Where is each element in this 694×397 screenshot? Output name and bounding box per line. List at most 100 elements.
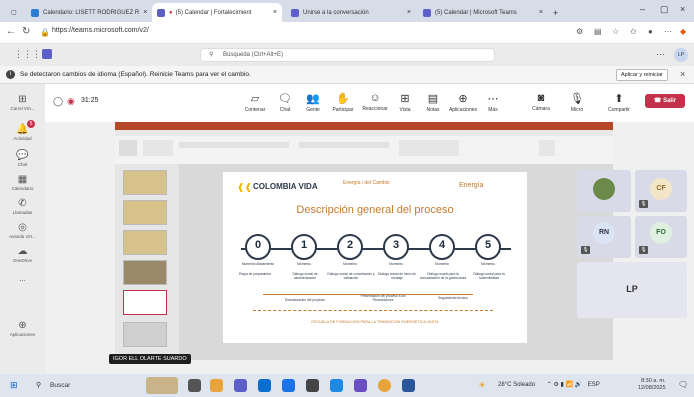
user-avatar[interactable]: LP (674, 48, 688, 62)
recording-icon: ● (169, 9, 173, 16)
step-description: Etapa de preparatoria (239, 272, 271, 276)
participant-tile[interactable]: CF 🎙 (635, 170, 687, 212)
refresh-icon[interactable]: ↻ (22, 26, 30, 37)
store-taskbar-icon[interactable] (282, 379, 295, 392)
participant-tile[interactable]: RN 🎙 (577, 216, 631, 258)
reader-icon[interactable]: ▤ (594, 27, 602, 36)
slide-thumbnail[interactable] (123, 170, 167, 195)
participant-tile[interactable]: LP (577, 262, 687, 318)
teams-taskbar-icon[interactable] (234, 379, 247, 392)
mic-button[interactable]: 🎙 Micro (561, 92, 593, 113)
slide-footer: ESCUELA DE FORMACIÓN PARA LA TRANSICIÓN … (311, 320, 439, 324)
camera-off-icon: ◙ (537, 92, 545, 104)
toolbar-label: Vista (399, 107, 411, 113)
rail-item-calls[interactable]: ✆ Llamadas (0, 198, 45, 215)
word-taskbar-icon[interactable] (402, 379, 415, 392)
more-options-icon[interactable]: ⋯ (656, 49, 665, 60)
clock[interactable]: 8:30 a. m. 12/08/2025 (638, 378, 666, 392)
rail-item-chat[interactable]: 💬 Chat (0, 150, 45, 167)
rail-item-calendar[interactable]: ▦ Calendario (0, 174, 45, 191)
copilot-icon[interactable]: ◆ (680, 27, 686, 36)
colombia-logo-icon: ❰❰ (237, 182, 253, 192)
windows-start-icon[interactable]: ⊞ (10, 380, 18, 391)
browser-tab-active[interactable]: ● (5) Calendar | Fortalecimient × (152, 3, 282, 22)
contenar-button[interactable]: ▱ Contenar (239, 92, 271, 113)
slide-thumbnail[interactable] (123, 200, 167, 225)
widget-image-icon[interactable] (146, 377, 178, 394)
apps-button[interactable]: ⊕ Aplicaciones (447, 92, 479, 113)
dashed-line (253, 310, 493, 311)
edge-taskbar-icon[interactable] (258, 379, 271, 392)
language-indicator[interactable]: ESP (588, 382, 600, 388)
rail-item-apps[interactable]: ⊕ Aplicaciones (0, 320, 45, 337)
camera-button[interactable]: ◙ Cámara (525, 92, 557, 112)
people-button[interactable]: 👥 Gente (297, 92, 329, 113)
close-tab-icon[interactable]: × (269, 9, 277, 16)
step-3: 3 (383, 234, 409, 260)
outlook-taskbar-icon[interactable] (330, 379, 343, 392)
app-launcher-icon[interactable]: ⋮⋮⋮ (14, 49, 41, 60)
leave-button[interactable]: ☎ Salir (645, 94, 685, 108)
teams-logo-icon (42, 49, 52, 59)
rail-item[interactable]: ⊞ Carrel Virt... (0, 94, 45, 111)
slide-thumbnail[interactable] (123, 322, 167, 347)
extension-icon[interactable]: ⚙ (576, 27, 583, 36)
react-button[interactable]: ☺ Reaccionar (359, 92, 391, 112)
widgets-icon[interactable] (210, 379, 223, 392)
mic-muted-icon: 🎙 (639, 200, 648, 208)
close-tab-icon[interactable]: × (139, 9, 147, 16)
slide-thumbnail[interactable] (123, 260, 167, 285)
taskbar-search[interactable]: Buscar (50, 382, 70, 389)
browser-tab[interactable]: Unirse a la conversación × (286, 3, 416, 22)
rail-item-app[interactable]: ◎ Avanda Virt... (0, 222, 45, 239)
favorites-list-icon[interactable]: ✩ (630, 27, 637, 36)
favorite-icon[interactable]: ☆ (612, 27, 619, 36)
search-input[interactable]: ⚲ Búsqueda (Ctrl+Alt+E) (200, 48, 495, 62)
rail-item-activity[interactable]: 🔔 Actividad (0, 124, 45, 141)
participant-tile[interactable]: FO 🎙 (635, 216, 687, 258)
app-taskbar-icon[interactable] (354, 379, 367, 392)
new-tab-button[interactable]: + (548, 3, 562, 22)
rail-label: Actividad (13, 136, 32, 141)
more-button[interactable]: ⋯ Más (477, 92, 509, 113)
apply-restart-button[interactable]: Aplicar y reiniciar (616, 69, 668, 81)
minimize-icon[interactable]: – (640, 4, 645, 14)
notifications-icon[interactable]: 🗨 (678, 380, 688, 389)
participant-photo-avatar (593, 178, 615, 200)
toolbar-label: Notas (426, 107, 440, 113)
back-icon[interactable]: ← (6, 26, 16, 37)
teams-favicon-icon (157, 8, 165, 17)
close-tab-icon[interactable]: × (403, 9, 411, 16)
weather-text[interactable]: 28°C Soleado (498, 382, 535, 388)
notes-button[interactable]: ▤ Notas (417, 92, 449, 113)
close-tab-icon[interactable]: × (535, 9, 543, 16)
raise-hand-button[interactable]: ✋ Participar (327, 92, 359, 113)
share-button[interactable]: ⬆ Compartir (603, 92, 635, 113)
tab-actions-icon[interactable]: ▢ (6, 3, 20, 22)
browser-tab[interactable]: Calendario: LISETT RODRIGUEZ R × (26, 3, 151, 22)
participant-tile[interactable] (577, 170, 631, 212)
slide-thumbnail-selected[interactable] (123, 290, 167, 315)
slide-thumbnail[interactable] (123, 230, 167, 255)
paste-icon (119, 140, 137, 156)
chrome-taskbar-icon[interactable] (378, 379, 391, 392)
slide-title: Descripción general del proceso (296, 204, 454, 216)
rail-more[interactable]: ... (0, 274, 45, 283)
url-field[interactable]: https://teams.microsoft.com/v2/ (52, 27, 149, 34)
close-window-icon[interactable]: × (680, 4, 685, 14)
meeting-timer: 31:25 (81, 97, 99, 104)
ribbon-tabs (115, 130, 613, 136)
rail-item-onedrive[interactable]: ☁ OneDrive (0, 246, 45, 263)
task-view-icon[interactable] (188, 379, 201, 392)
mic-muted-icon: 🎙 (639, 246, 648, 254)
more-icon[interactable]: ⋯ (664, 27, 672, 36)
calculator-taskbar-icon[interactable] (306, 379, 319, 392)
tray-icons[interactable]: ⌃ ⚙ ▮ 📶 🔊 (547, 382, 582, 388)
clock-date: 12/08/2025 (638, 385, 666, 391)
rail-label: Llamadas (12, 210, 33, 215)
grid-icon: ⊞ (18, 94, 27, 105)
close-notification-icon[interactable]: × (680, 69, 685, 79)
maximize-icon[interactable]: ▢ (660, 4, 669, 15)
browser-tab[interactable]: (5) Calendar | Microsoft Teams × (418, 3, 548, 22)
profile-icon[interactable]: ● (648, 27, 653, 36)
